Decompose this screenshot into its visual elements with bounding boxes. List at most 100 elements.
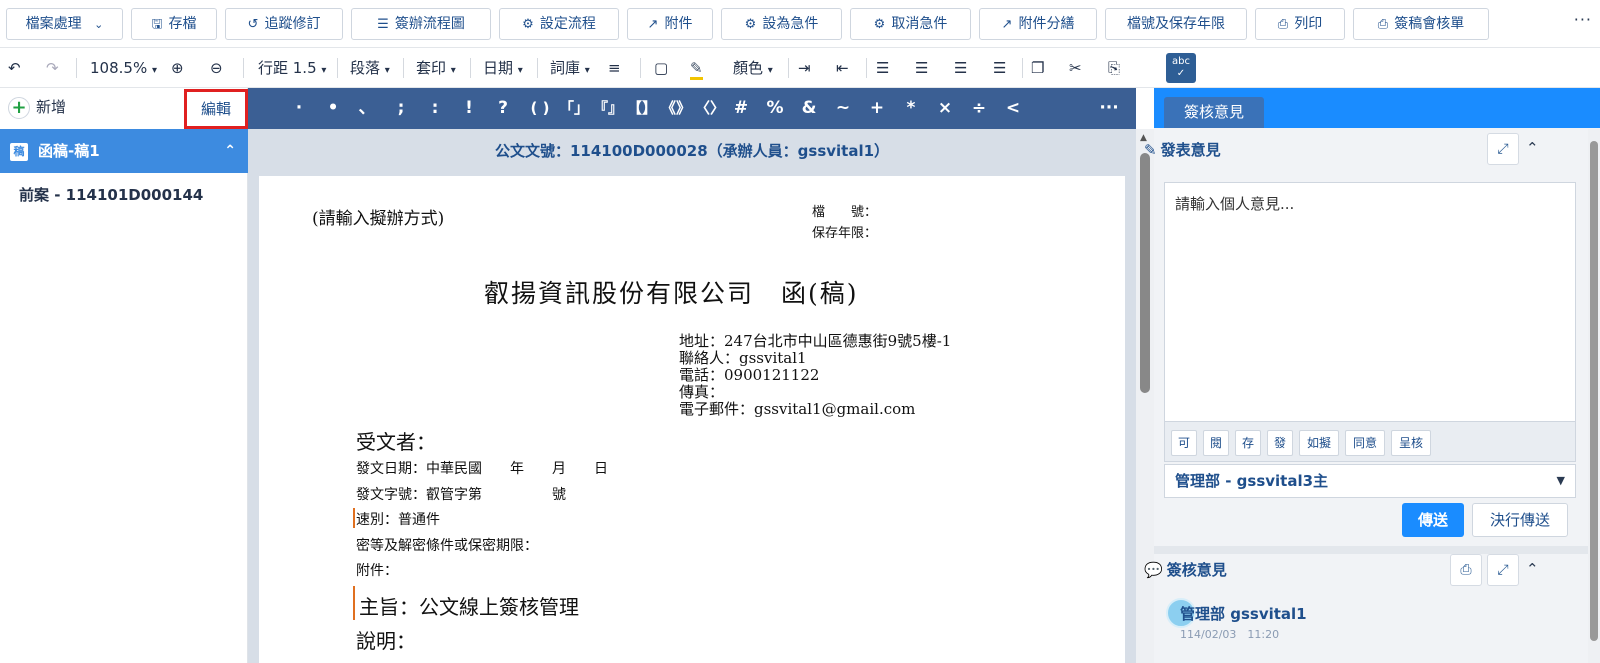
- phrase-bank-select[interactable]: 詞庫 ▾: [550, 58, 590, 81]
- final-send-button[interactable]: 決行傳送: [1472, 503, 1568, 537]
- quick-phrase-button[interactable]: 如擬: [1299, 430, 1339, 456]
- symbol-button[interactable]: ·: [286, 98, 312, 118]
- list-icon[interactable]: ≡: [608, 58, 621, 78]
- attachment-button[interactable]: ↗ 附件: [627, 8, 713, 40]
- print-icon[interactable]: ⎙: [1450, 554, 1482, 586]
- color-select[interactable]: 顏色 ▾: [733, 58, 773, 81]
- quick-phrase-button[interactable]: 存: [1235, 430, 1261, 456]
- expand-icon[interactable]: ⤢: [1487, 133, 1519, 165]
- symbol-button[interactable]: #: [728, 98, 754, 118]
- opinion-author: 管理部 gssvital1: [1180, 605, 1307, 623]
- align-center-icon[interactable]: ☰: [915, 58, 928, 78]
- symbol-button[interactable]: <: [1000, 98, 1026, 118]
- copy-icon[interactable]: ❐: [1031, 58, 1044, 78]
- symbol-button[interactable]: *: [898, 98, 924, 118]
- save-button[interactable]: 🖫 存檔: [131, 8, 217, 40]
- symbol-button[interactable]: :: [422, 98, 448, 118]
- tab-opinions[interactable]: 簽核意見: [1164, 97, 1264, 128]
- undo-icon[interactable]: ↶: [8, 58, 21, 78]
- symbol-button[interactable]: 『』: [592, 98, 624, 118]
- draft-item-selected[interactable]: 稿函稿-稿1 ⌃: [0, 129, 248, 173]
- quick-phrase-button[interactable]: 呈核: [1391, 430, 1431, 456]
- opinion-input[interactable]: 請輸入個人意見...: [1164, 182, 1576, 422]
- quick-phrase-button[interactable]: 可: [1171, 430, 1197, 456]
- zoom-out-icon[interactable]: ⊖: [210, 58, 223, 78]
- cancel-urgent-button[interactable]: ⚙ 取消急件: [850, 8, 971, 40]
- editor-scrollbar[interactable]: ▲: [1136, 129, 1154, 663]
- symbol-button[interactable]: %: [762, 98, 788, 118]
- recipient-select[interactable]: 管理部 - gssvital3主 ▼: [1164, 464, 1576, 498]
- document-page[interactable]: (請輸入擬辦方式) 檔 號： 保存年限： 叡揚資訊股份有限公司 函(稿) 地址：…: [259, 176, 1125, 663]
- highlighter-icon[interactable]: ✎: [690, 58, 703, 80]
- paperclip-icon: ↗: [1001, 17, 1013, 32]
- symbol-button[interactable]: ×: [932, 98, 958, 118]
- align-left-icon[interactable]: ☰: [876, 58, 889, 78]
- set-urgent-button[interactable]: ⚙ 設為急件: [721, 8, 842, 40]
- symbol-button[interactable]: 【】: [626, 98, 658, 118]
- symbol-button[interactable]: +: [864, 98, 890, 118]
- section-divider: [1154, 546, 1600, 554]
- prior-case-item[interactable]: 前案 - 114101D000144: [19, 184, 203, 205]
- expand-icon[interactable]: ⤢: [1487, 554, 1519, 586]
- print-button[interactable]: ⎙ 列印: [1255, 8, 1345, 40]
- sign-form-button[interactable]: ⎙ 簽稿會核單: [1353, 8, 1489, 40]
- line-spacing-select[interactable]: 行距 1.5 ▾: [258, 58, 326, 81]
- date-select[interactable]: 日期 ▾: [483, 58, 523, 81]
- symbol-button[interactable]: ~: [830, 98, 856, 118]
- cut-icon[interactable]: ✂: [1069, 58, 1082, 78]
- chevron-up-icon[interactable]: ⌃: [224, 129, 236, 173]
- symbol-button[interactable]: ( ): [524, 98, 556, 118]
- quick-phrase-button[interactable]: 同意: [1345, 430, 1385, 456]
- quick-phrase-button[interactable]: 發: [1267, 430, 1293, 456]
- zoom-in-icon[interactable]: ⊕: [171, 58, 184, 78]
- symbol-button[interactable]: ?: [490, 98, 516, 118]
- toolbar-divider: [537, 58, 538, 78]
- pencil-icon: ✎: [1144, 141, 1157, 159]
- set-flow-button[interactable]: ⚙ 設定流程: [499, 8, 619, 40]
- recipient-line[interactable]: 受文者：: [356, 426, 436, 455]
- file-menu-button[interactable]: 檔案處理 ⌄: [6, 8, 123, 40]
- symbol-button[interactable]: ÷: [966, 98, 992, 118]
- symbol-button[interactable]: ;: [388, 98, 414, 118]
- outdent-icon[interactable]: ⇤: [836, 58, 849, 78]
- chevron-up-icon[interactable]: ⌃: [1526, 560, 1539, 578]
- add-button[interactable]: + 新增: [8, 96, 66, 119]
- indent-icon[interactable]: ⇥: [798, 58, 811, 78]
- spellcheck-button[interactable]: abc ✓: [1166, 53, 1196, 83]
- chevron-up-icon[interactable]: ⌃: [1526, 139, 1539, 157]
- track-changes-button[interactable]: ↺ 追蹤修訂: [225, 8, 343, 40]
- phone-line: 電話：0900121122: [679, 366, 820, 384]
- send-button[interactable]: 傳送: [1402, 503, 1464, 537]
- more-icon[interactable]: ···: [1574, 10, 1592, 29]
- opinion-scrollbar[interactable]: [1588, 129, 1600, 663]
- more-symbols-icon[interactable]: ···: [1096, 98, 1122, 118]
- explanation-line[interactable]: 說明：: [356, 625, 416, 654]
- attachment-copy-button[interactable]: ↗ 附件分繕: [979, 8, 1097, 40]
- symbol-button[interactable]: •: [320, 98, 346, 118]
- paragraph-select[interactable]: 段落 ▾: [350, 58, 390, 81]
- quick-phrase-button[interactable]: 閱: [1203, 430, 1229, 456]
- symbol-button[interactable]: !: [456, 98, 482, 118]
- speed-line: 速別：普通件: [356, 512, 440, 528]
- file-number-button[interactable]: 檔號及保存年限: [1105, 8, 1247, 40]
- symbol-button[interactable]: 「」: [558, 98, 590, 118]
- align-justify-icon[interactable]: ☰: [993, 58, 1006, 78]
- symbol-button[interactable]: 〈〉: [694, 98, 726, 118]
- method-placeholder[interactable]: (請輸入擬辦方式): [312, 204, 444, 229]
- contact-line: 聯絡人：gssvital1: [679, 349, 807, 367]
- paste-icon[interactable]: ⎘: [1108, 58, 1120, 78]
- workflow-chart-button[interactable]: ☰ 簽辦流程圖: [351, 8, 491, 40]
- edit-button[interactable]: 編輯: [184, 89, 248, 129]
- subject-line[interactable]: 主旨：公文線上簽核管理: [359, 591, 579, 620]
- mail-merge-select[interactable]: 套印 ▾: [416, 58, 456, 81]
- note-icon[interactable]: ▢: [654, 58, 668, 78]
- scrollbar-thumb[interactable]: [1140, 153, 1150, 393]
- redo-icon[interactable]: ↷: [46, 58, 59, 78]
- toolbar-divider: [76, 58, 77, 78]
- align-right-icon[interactable]: ☰: [954, 58, 967, 78]
- symbol-button[interactable]: &: [796, 98, 822, 118]
- zoom-select[interactable]: 108.5% ▾: [90, 58, 157, 81]
- scrollbar-thumb[interactable]: [1590, 141, 1598, 641]
- symbol-button[interactable]: 《》: [660, 98, 692, 118]
- symbol-button[interactable]: 、: [354, 98, 380, 118]
